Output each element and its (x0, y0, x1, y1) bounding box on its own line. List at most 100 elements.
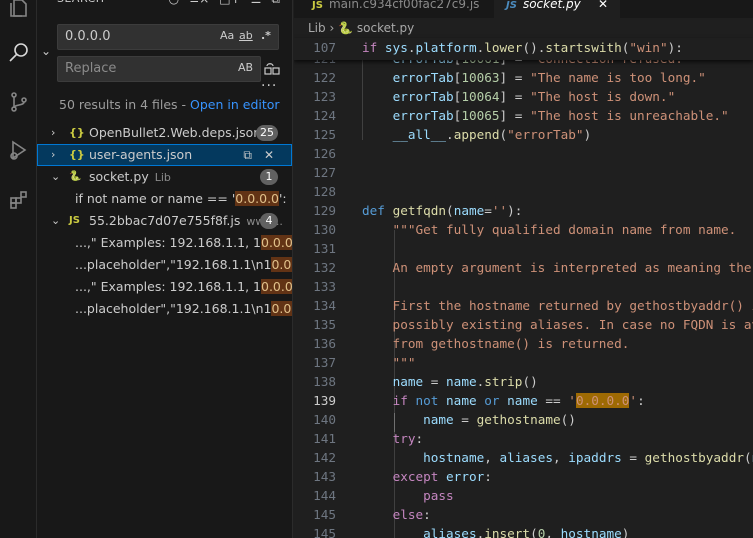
refresh-icon[interactable]: ○ (169, 0, 179, 7)
preserve-case-toggle[interactable]: AB (238, 61, 253, 74)
code-text: First the hostname returned by gethostby… (392, 298, 753, 313)
code-text: errorTab[10064] = "The host is down." (392, 89, 676, 104)
breadcrumb-file[interactable]: socket.py (357, 21, 414, 35)
code-line: 138 name = name.strip() (294, 374, 753, 393)
code-text: def getfqdn(name=''): (362, 203, 523, 218)
close-tab-icon[interactable]: ✕ (598, 0, 608, 14)
result-file-name: user-agents.json (89, 147, 193, 162)
match-case-toggle[interactable]: Aa (220, 29, 234, 42)
collapse-all-icon[interactable]: ☰ (251, 0, 262, 7)
match-pre: ...placeholder","192.168.1.1\n1 (75, 301, 272, 316)
explorer-icon[interactable] (0, 0, 37, 28)
match-pre: ...," Examples: 192.168.1.1, 1 (75, 235, 261, 250)
line-number: 137 (313, 355, 336, 370)
result-file-row[interactable]: › {} OpenBullet2.Web.deps.json 25 (37, 122, 292, 144)
dismiss-close-icon[interactable]: ✕ (264, 144, 274, 166)
line-number: 126 (313, 146, 336, 161)
search-icon[interactable] (0, 33, 37, 73)
match-text: ...placeholder","192.168.1.1\n10.0.0.0..… (75, 298, 292, 320)
view-as-tree-icon[interactable]: ⧉ (271, 0, 280, 7)
replace-all-in-file-icon[interactable]: ⧉ (243, 144, 252, 166)
match-highlight: 0.0.0.0 (235, 191, 279, 206)
code-line: 135 possibly existing aliases. In case n… (294, 317, 753, 336)
results-count-text: 50 results in 4 files - (59, 97, 191, 112)
code-line: 137 """ (294, 355, 753, 374)
code-line: 145 aliases.insert(0, hostname) (294, 526, 753, 538)
code-text: hostname, aliases, ipaddrs = gethostbyad… (423, 450, 753, 465)
code-text: else: (392, 507, 431, 522)
code-text: try: (392, 431, 424, 446)
code-line: 131 (294, 241, 753, 260)
match-text: ...," Examples: 192.168.1.1, 10.0.0.0/..… (75, 276, 292, 298)
tab-label: main.c934cf00fac27c9.js (328, 0, 480, 11)
code-line: 128 (294, 184, 753, 203)
file-path-desc: Lib (154, 171, 171, 184)
code-text: An empty argument is interpreted as mean… (392, 260, 752, 275)
extensions-icon[interactable] (0, 180, 37, 220)
tab-label: socket.py (522, 0, 581, 11)
match-row[interactable]: ...placeholder","192.168.1.1\n10.0.0.0..… (37, 254, 292, 276)
match-text: ...," Examples: 192.168.1.1, 10.0.0.0/..… (75, 232, 292, 254)
file-name-text: socket.py (89, 169, 149, 184)
tab-main-js[interactable]: JS main.c934cf00fac27c9.js (306, 0, 485, 18)
match-highlight: 0.0.0.0 (261, 235, 292, 250)
python-file-icon: JS (506, 0, 517, 11)
code-text: if sys.platform.lower().startswith("win"… (362, 40, 683, 55)
use-regex-toggle[interactable]: .* (261, 29, 271, 42)
code-line: 134 First the hostname returned by getho… (294, 298, 753, 317)
chevron-right-icon: › (51, 148, 56, 161)
chevron-right-icon: › (329, 21, 339, 35)
search-sidebar: SEARCH ○ ≡× □+ ☰ ⧉ ⌄ 0.0.0.0 Aa ab .* Re… (37, 0, 293, 538)
search-input-value: 0.0.0.0 (65, 29, 111, 44)
result-file-row[interactable]: ⌄ 🐍 socket.py Lib 1 (37, 166, 292, 188)
sticky-scroll-header[interactable]: 107 if sys.platform.lower().startswith("w… (294, 38, 753, 60)
js-file-icon: JS (312, 0, 323, 11)
results-summary: 50 results in 4 files - Open in editor (59, 97, 280, 112)
search-input[interactable]: 0.0.0.0 Aa ab .* (57, 24, 279, 50)
source-control-icon[interactable] (0, 82, 37, 122)
open-in-editor-link[interactable]: Open in editor (190, 97, 280, 112)
code-line: 127 (294, 165, 753, 184)
line-number: 135 (313, 317, 336, 332)
match-whole-word-toggle[interactable]: ab (239, 29, 253, 42)
code-line: 136 from gethostname() is returned. (294, 336, 753, 355)
toggle-replace-chevron-icon[interactable]: ⌄ (41, 44, 51, 58)
replace-all-icon[interactable] (264, 62, 280, 76)
result-file-row-selected[interactable]: › {} user-agents.json ⧉ ✕ (37, 144, 292, 166)
code-text: errorTab[10063] = "The name is too long.… (392, 70, 706, 85)
code-text: errorTab[10065] = "The host is unreachab… (392, 108, 729, 123)
breadcrumb-folder[interactable]: Lib (308, 21, 326, 35)
line-number: 134 (313, 298, 336, 313)
line-number: 128 (313, 184, 336, 199)
line-number: 141 (313, 431, 336, 446)
match-row[interactable]: ...," Examples: 192.168.1.1, 10.0.0.0/..… (37, 232, 292, 254)
result-file-row[interactable]: ⌄ JS 55.2bbac7d07e755f8f.jswww... 4 (37, 210, 292, 232)
line-number: 124 (313, 108, 336, 123)
match-row[interactable]: ...placeholder","192.168.1.1\n10.0.0.0..… (37, 298, 292, 320)
python-file-icon: 🐍 (69, 171, 82, 182)
match-row[interactable]: ...," Examples: 192.168.1.1, 10.0.0.0/..… (37, 276, 292, 298)
line-number: 123 (313, 89, 336, 104)
chevron-down-icon: ⌄ (51, 170, 61, 183)
tab-socket-py[interactable]: JS socket.py ✕ (494, 0, 620, 18)
run-debug-icon[interactable] (0, 130, 37, 170)
code-line: 144 pass (294, 488, 753, 507)
js-file-icon: JS (69, 215, 80, 226)
match-count-badge: 1 (260, 169, 278, 185)
more-options-icon[interactable]: ··· (261, 78, 277, 94)
code-text: __all__.append("errorTab") (392, 127, 592, 142)
match-row[interactable]: if not name or name == '0.0.0.0': (37, 188, 292, 210)
match-pre: ...," Examples: 192.168.1.1, 1 (75, 279, 261, 294)
code-line: 140 name = gethostname() (294, 412, 753, 431)
new-search-editor-icon[interactable]: □+ (219, 0, 240, 7)
code-line: 126 (294, 146, 753, 165)
code-line: 141 try: (294, 431, 753, 450)
line-number: 129 (313, 203, 336, 218)
search-header-actions: ○ ≡× □+ ☰ ⧉ (169, 0, 280, 7)
chevron-right-icon: › (51, 126, 56, 139)
replace-input[interactable]: Replace AB (57, 56, 261, 82)
clear-results-icon[interactable]: ≡× (189, 0, 209, 7)
json-file-icon: {} (69, 148, 85, 161)
code-text: """ (362, 355, 416, 370)
file-name-text: 55.2bbac7d07e755f8f.js (89, 213, 241, 228)
